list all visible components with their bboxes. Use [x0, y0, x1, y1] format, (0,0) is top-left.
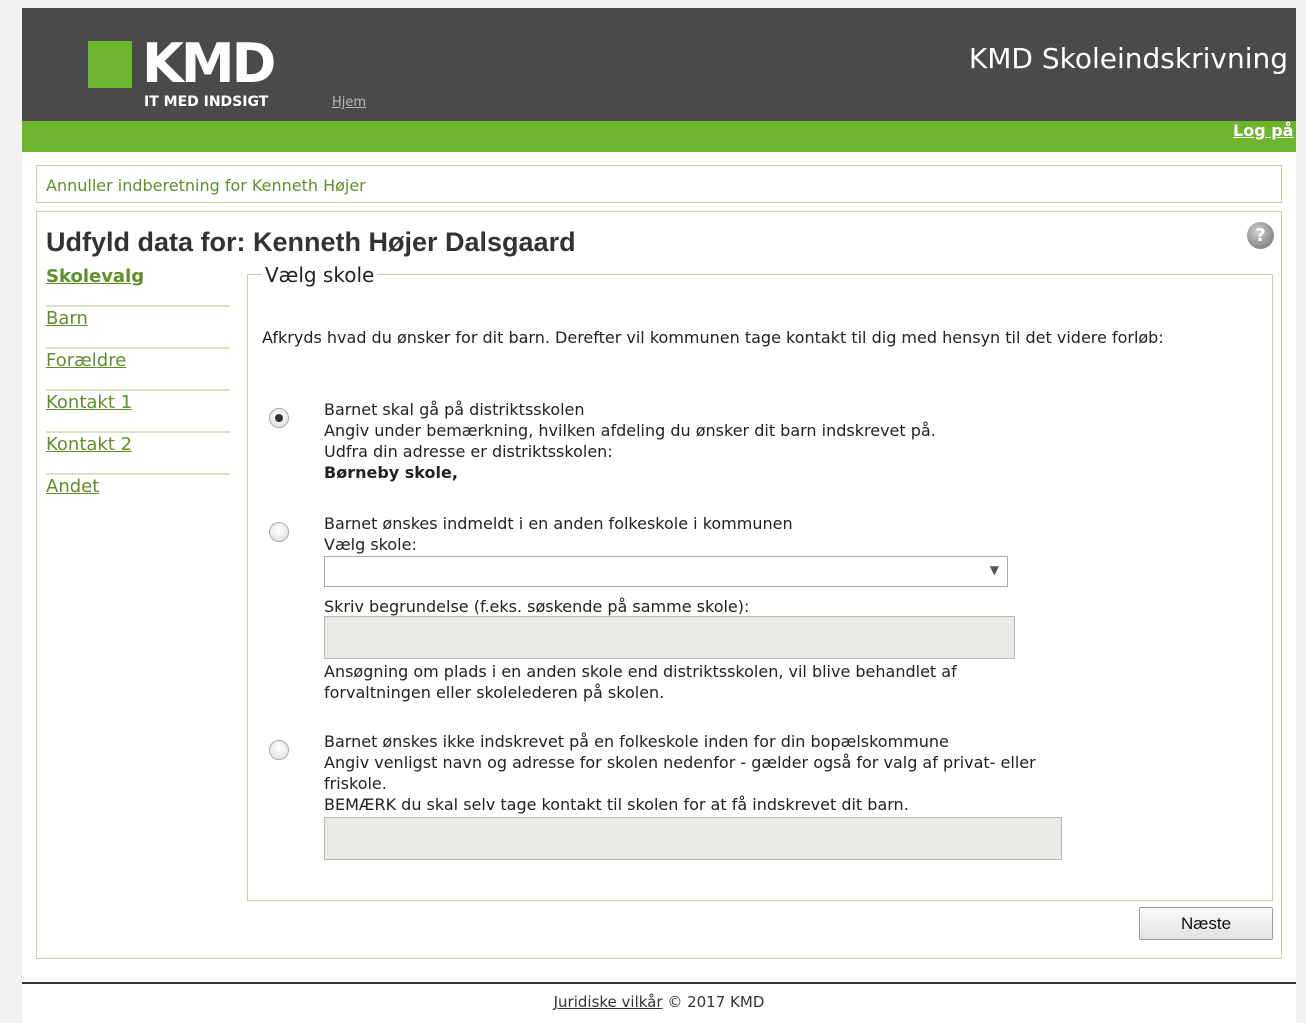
- reason-label: Skriv begrundelse (f.eks. søskende på sa…: [324, 597, 750, 616]
- select-school-label: Vælg skole:: [324, 535, 417, 554]
- home-link[interactable]: Hjem: [332, 95, 366, 110]
- page: KMD IT MED INDSIGT Hjem KMD Skoleindskri…: [22, 0, 1296, 1023]
- main-panel: ? Udfyld data for: Kenneth Højer Dalsgaa…: [36, 211, 1282, 959]
- triangle-down-icon: ▼: [989, 563, 999, 577]
- option1-hint: Angiv under bemærkning, hvilken afdeling…: [324, 421, 936, 440]
- option2-title: Barnet ønskes indmeldt i en anden folkes…: [324, 514, 793, 533]
- option-district-school: Barnet skal gå på distriktsskolen Angiv …: [324, 399, 936, 483]
- copyright-text: © 2017 KMD: [667, 993, 765, 1011]
- school-choice-fieldset: Vælg skole Afkryds hvad du ønsker for di…: [247, 263, 1273, 901]
- reason-input[interactable]: [324, 616, 1015, 659]
- cancel-report-link[interactable]: Annuller indberetning for Kenneth Højer: [46, 176, 366, 195]
- header-bar: KMD IT MED INDSIGT Hjem KMD Skoleindskri…: [22, 8, 1296, 121]
- next-button[interactable]: Næste: [1139, 907, 1273, 940]
- app-title: KMD Skoleindskrivning: [968, 42, 1288, 75]
- option1-address-label: Udfra din adresse er distriktsskolen:: [324, 442, 613, 461]
- other-school-input[interactable]: [324, 817, 1062, 860]
- logo-text: KMD: [142, 32, 276, 95]
- option3-title: Barnet ønskes ikke indskrevet på en folk…: [324, 732, 949, 751]
- sidenav-item-foraeldre[interactable]: Forældre: [46, 349, 230, 391]
- footer: Juridiske vilkår © 2017 KMD: [22, 993, 1296, 1011]
- fieldset-legend: Vælg skole: [262, 263, 378, 287]
- logout-link[interactable]: Log på: [1233, 121, 1293, 152]
- sidenav-item-kontakt-2[interactable]: Kontakt 2: [46, 433, 230, 475]
- district-school-name: Børneby skole,: [324, 463, 458, 482]
- cancel-box: Annuller indberetning for Kenneth Højer: [36, 165, 1282, 203]
- radio-no-public-school[interactable]: [269, 740, 289, 760]
- sidenav-item-kontakt-1[interactable]: Kontakt 1: [46, 391, 230, 433]
- option1-title: Barnet skal gå på distriktsskolen: [324, 400, 585, 419]
- logo-tagline: IT MED INDSIGT: [144, 94, 269, 110]
- intro-text: Afkryds hvad du ønsker for dit barn. Der…: [262, 328, 1164, 347]
- option-no-public-school: Barnet ønskes ikke indskrevet på en folk…: [324, 731, 1064, 815]
- sidenav-item-skolevalg[interactable]: Skolevalg: [46, 265, 230, 307]
- side-navigation: Skolevalg Barn Forældre Kontakt 1 Kontak…: [46, 265, 230, 517]
- sidenav-item-barn[interactable]: Barn: [46, 307, 230, 349]
- page-title: Udfyld data for: Kenneth Højer Dalsgaard: [46, 227, 576, 257]
- other-school-note: Ansøgning om plads i en anden skole end …: [324, 662, 957, 702]
- logo-square-icon: [88, 41, 132, 88]
- school-select[interactable]: ▼: [324, 556, 1008, 587]
- footer-divider: [22, 982, 1296, 984]
- top-strip: [22, 0, 1296, 8]
- option3-notice: BEMÆRK du skal selv tage kontakt til sko…: [324, 795, 909, 814]
- radio-other-school[interactable]: [269, 522, 289, 542]
- help-question-icon[interactable]: ?: [1247, 222, 1274, 249]
- terms-link[interactable]: Juridiske vilkår: [554, 993, 663, 1011]
- radio-district-school[interactable]: [269, 408, 289, 428]
- green-nav-bar: Log på: [22, 121, 1296, 152]
- option3-hint: Angiv venligst navn og adresse for skole…: [324, 753, 1036, 793]
- sidenav-item-andet[interactable]: Andet: [46, 475, 230, 517]
